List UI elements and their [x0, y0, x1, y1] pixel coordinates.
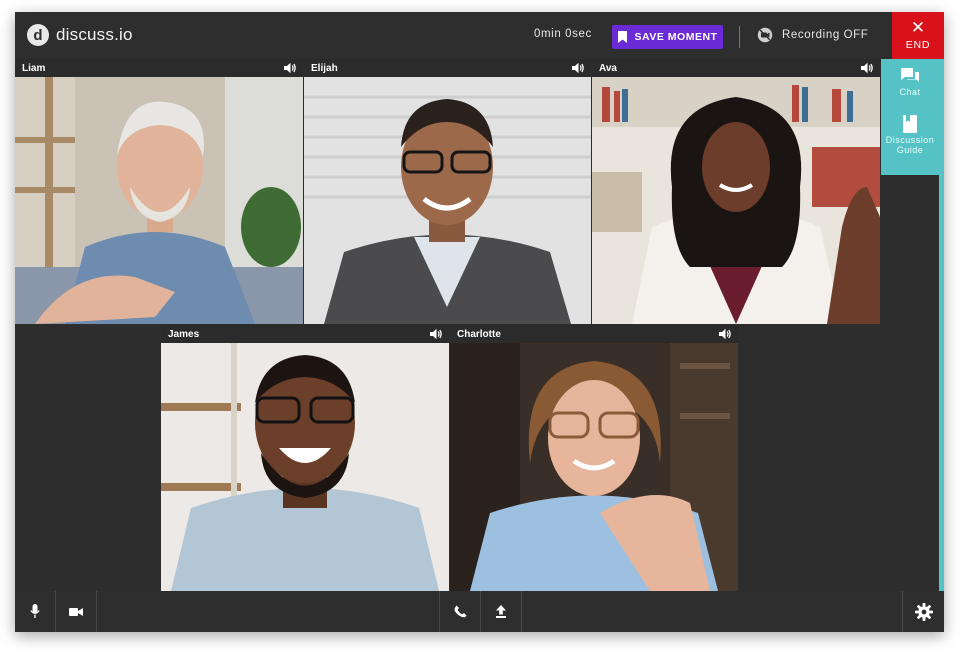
participant-name-bar: Elijah: [304, 59, 591, 77]
participant-video: [15, 77, 303, 324]
participant-name-bar: Ava: [592, 59, 880, 77]
app-name: discuss.io: [56, 25, 133, 44]
close-icon: ✕: [910, 18, 926, 37]
participant-name: Liam: [22, 62, 46, 74]
discussion-guide-label-line1: Discussion: [885, 135, 935, 145]
participant-name-bar: Liam: [15, 59, 303, 77]
participant-name: Charlotte: [457, 328, 501, 340]
microphone-button[interactable]: [15, 591, 55, 632]
participant-video: [161, 343, 449, 591]
participant-tile-james[interactable]: James: [161, 325, 449, 591]
speaker-icon[interactable]: [719, 328, 732, 340]
microphone-icon: [30, 604, 40, 618]
discussion-guide-button[interactable]: Discussion Guide: [881, 115, 939, 155]
participant-name: Ava: [599, 62, 617, 74]
participant-name-bar: James: [161, 325, 449, 343]
chat-label: Chat: [899, 87, 921, 97]
bottom-toolbar: [15, 591, 944, 632]
camera-icon: [69, 607, 83, 616]
upload-button[interactable]: [481, 591, 521, 632]
participant-tile-liam[interactable]: Liam: [15, 59, 303, 324]
discussion-guide-label-line2: Guide: [896, 145, 924, 155]
speaker-icon[interactable]: [861, 62, 874, 74]
chat-icon: [901, 68, 919, 82]
recording-status-label: Recording OFF: [782, 29, 869, 41]
participant-tile-charlotte[interactable]: Charlotte: [450, 325, 738, 591]
phone-button[interactable]: [440, 591, 480, 632]
logo-mark-icon: d: [27, 24, 49, 46]
toolbar-separator: [96, 591, 97, 632]
top-bar: d discuss.io 0min 0sec SAVE MOMENT Recor…: [15, 12, 944, 59]
camera-button[interactable]: [56, 591, 96, 632]
save-moment-label: SAVE MOMENT: [634, 31, 718, 43]
video-call-window: d discuss.io 0min 0sec SAVE MOMENT Recor…: [15, 12, 944, 632]
speaker-icon[interactable]: [572, 62, 585, 74]
end-call-label: END: [905, 39, 931, 51]
side-panel-edge: [939, 59, 944, 591]
gear-icon: [914, 602, 933, 621]
recording-off-icon: [757, 27, 773, 43]
participant-tile-elijah[interactable]: Elijah: [304, 59, 591, 324]
upload-icon: [496, 605, 506, 618]
participant-video: [450, 343, 738, 591]
recording-status: Recording OFF: [757, 27, 868, 43]
participant-name: James: [168, 328, 200, 340]
participant-tile-ava[interactable]: Ava: [592, 59, 880, 324]
side-panel: Chat Discussion Guide: [881, 59, 939, 175]
participant-video: [592, 77, 880, 324]
chat-button[interactable]: Chat: [881, 67, 939, 97]
participant-video: [304, 77, 591, 324]
speaker-icon[interactable]: [284, 62, 297, 74]
header-divider: [739, 26, 740, 48]
end-call-button[interactable]: ✕ END: [892, 12, 944, 59]
speaker-icon[interactable]: [430, 328, 443, 340]
save-moment-button[interactable]: SAVE MOMENT: [612, 25, 723, 49]
toolbar-separator: [521, 591, 522, 632]
participant-name: Elijah: [311, 62, 338, 74]
guide-icon: [903, 115, 917, 133]
participant-name-bar: Charlotte: [450, 325, 738, 343]
phone-icon: [454, 605, 466, 618]
session-timer: 0min 0sec: [534, 28, 592, 40]
settings-button[interactable]: [903, 591, 944, 632]
app-logo: d discuss.io: [27, 24, 133, 46]
bookmark-icon: [617, 31, 627, 43]
